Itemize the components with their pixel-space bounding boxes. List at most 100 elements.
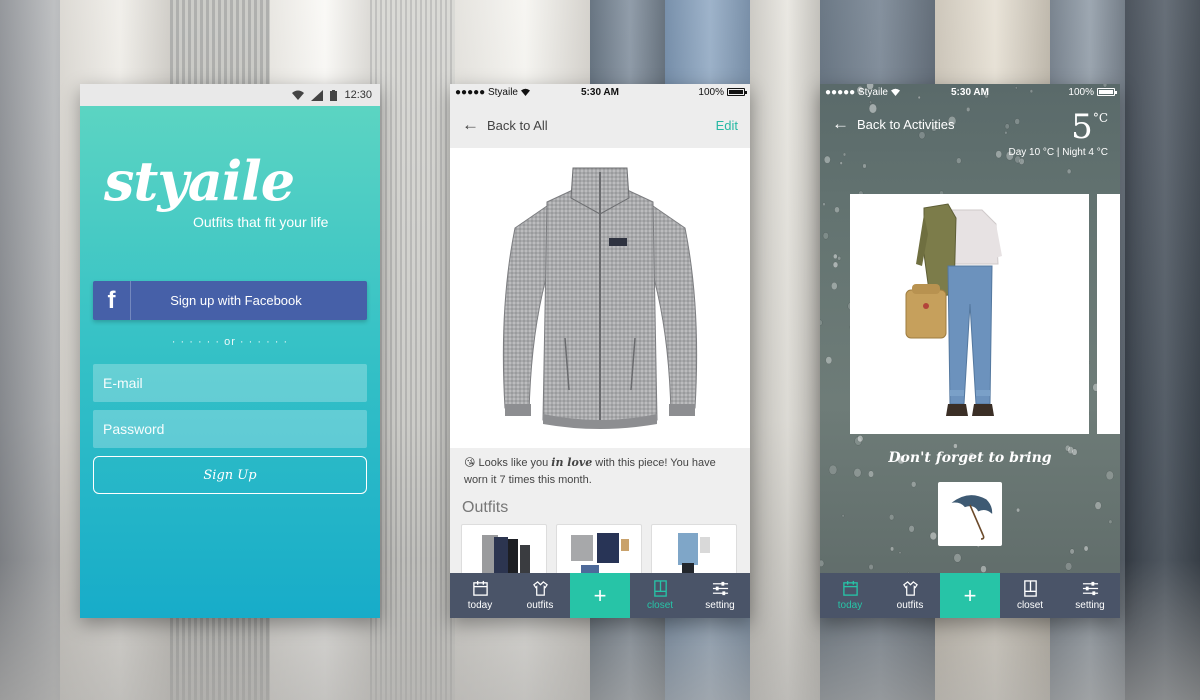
shirt-icon (902, 581, 918, 596)
outfits-section-title: Outfits (462, 499, 509, 516)
tab-label: closet (646, 600, 674, 611)
back-to-activities-nav[interactable]: ← Back to Activities (832, 114, 955, 134)
tab-label: setting (705, 600, 735, 611)
raindrop (908, 525, 915, 533)
tab-outfits[interactable]: outfits (510, 573, 570, 618)
tagline: Outfits that fit your life (193, 214, 329, 230)
battery-percent: 100% (1068, 86, 1094, 98)
outfit-illustration (905, 203, 1002, 416)
plus-icon: + (963, 582, 977, 608)
raindrop (820, 559, 825, 568)
tab-add[interactable]: + (570, 573, 630, 618)
raindrop (980, 565, 987, 573)
raindrop (911, 481, 917, 488)
tab-add[interactable]: + (940, 573, 1000, 618)
back-to-all-link[interactable]: Back to All (487, 118, 548, 133)
tab-closet[interactable]: closet (1000, 573, 1060, 618)
raindrop (1094, 501, 1102, 510)
back-arrow-icon[interactable]: ← (832, 114, 849, 134)
tab-label: setting (1075, 600, 1105, 611)
raindrop (1016, 507, 1021, 513)
calendar-icon (472, 580, 488, 596)
kiss-emoji-icon: 😘 (464, 457, 476, 469)
raindrop (862, 163, 867, 169)
tab-label: today (837, 600, 863, 611)
raindrop (832, 261, 839, 268)
closet-icon (1023, 580, 1037, 597)
carrier-name: ●●●●● Styaile (825, 86, 888, 98)
signup-button[interactable]: Sign Up (93, 456, 367, 494)
closet-icon (653, 580, 667, 597)
umbrella-item-card[interactable] (938, 482, 1002, 546)
dont-forget-reminder: Don't forget to bring (888, 450, 1052, 466)
raindrop (833, 253, 838, 260)
note-emphasis: in love (551, 456, 593, 469)
tab-label: outfits (526, 600, 554, 611)
raindrop (1004, 130, 1008, 135)
raindrop (953, 553, 962, 563)
raindrop (868, 103, 877, 114)
closet-item-screen: ●●●●● Styaile 5:30 AM 100% ← Back to All… (450, 84, 750, 618)
tab-setting[interactable]: setting (690, 573, 750, 618)
raindrop (825, 356, 833, 365)
raindrop (966, 107, 971, 112)
bottom-tab-bar: today outfits + closet setting (450, 573, 750, 618)
wear-frequency-note: 😘 Looks like you in love with this piece… (464, 454, 738, 489)
signal-icon (311, 89, 324, 101)
raindrop (898, 551, 902, 555)
raindrop (822, 232, 829, 240)
outfit-card[interactable] (850, 194, 1089, 434)
raindrop (1105, 470, 1114, 481)
edit-button[interactable]: Edit (716, 118, 738, 133)
raindrop (820, 319, 823, 326)
raindrop (1004, 123, 1010, 130)
tab-closet[interactable]: closet (630, 573, 690, 618)
styaile-logo: styaile (104, 149, 295, 213)
raindrop (929, 531, 937, 541)
or-divider: · · · · · · or · · · · · · (171, 336, 289, 348)
current-temperature: 5°C (1071, 110, 1108, 144)
product-image-fleece-jacket[interactable] (450, 148, 750, 448)
wifi-icon (891, 88, 900, 96)
raindrop (1069, 548, 1075, 555)
raindrop (834, 206, 840, 214)
signup-screen: 12:30 styaile Outfits that fit your life… (80, 84, 380, 618)
wifi-icon (292, 90, 305, 100)
raindrop (1083, 545, 1089, 552)
tab-outfits[interactable]: outfits (880, 573, 940, 618)
tab-today[interactable]: today (820, 573, 880, 618)
day-night-temperature: Day 10 °C | Night 4 °C (1008, 147, 1108, 158)
ios-status-bar: ●●●●● Styaile 5:30 AM 100% (450, 84, 750, 100)
item-header: ●●●●● Styaile 5:30 AM 100% ← Back to All… (450, 84, 750, 148)
raindrop (1065, 562, 1073, 571)
sliders-icon (712, 581, 728, 596)
raindrop (869, 100, 873, 105)
raindrop (956, 157, 962, 164)
raindrop (1066, 168, 1072, 175)
umbrella-icon (951, 495, 993, 540)
battery-icon (330, 89, 338, 101)
next-outfit-card[interactable] (1097, 194, 1120, 434)
facebook-signup-button[interactable]: f Sign up with Facebook (93, 281, 367, 320)
back-to-activities-link[interactable]: Back to Activities (857, 117, 955, 132)
android-status-bar: 12:30 (80, 84, 380, 106)
battery-icon (1097, 88, 1117, 96)
tab-today[interactable]: today (450, 573, 510, 618)
raindrop (837, 256, 842, 261)
raindrop (995, 150, 1002, 159)
raindrop (1014, 118, 1020, 125)
battery-icon (727, 88, 747, 96)
shirt-icon (532, 581, 548, 596)
raindrop (888, 514, 895, 521)
email-field[interactable] (93, 364, 367, 402)
raindrop (839, 161, 843, 165)
tab-label: closet (1016, 600, 1044, 611)
raindrop (828, 464, 838, 475)
plus-icon: + (593, 582, 607, 608)
temperature-value: 5 (1071, 107, 1093, 147)
back-arrow-icon[interactable]: ← (462, 115, 479, 135)
raindrop (953, 443, 958, 449)
password-field[interactable] (93, 410, 367, 448)
tab-setting[interactable]: setting (1060, 573, 1120, 618)
calendar-icon (842, 580, 858, 596)
